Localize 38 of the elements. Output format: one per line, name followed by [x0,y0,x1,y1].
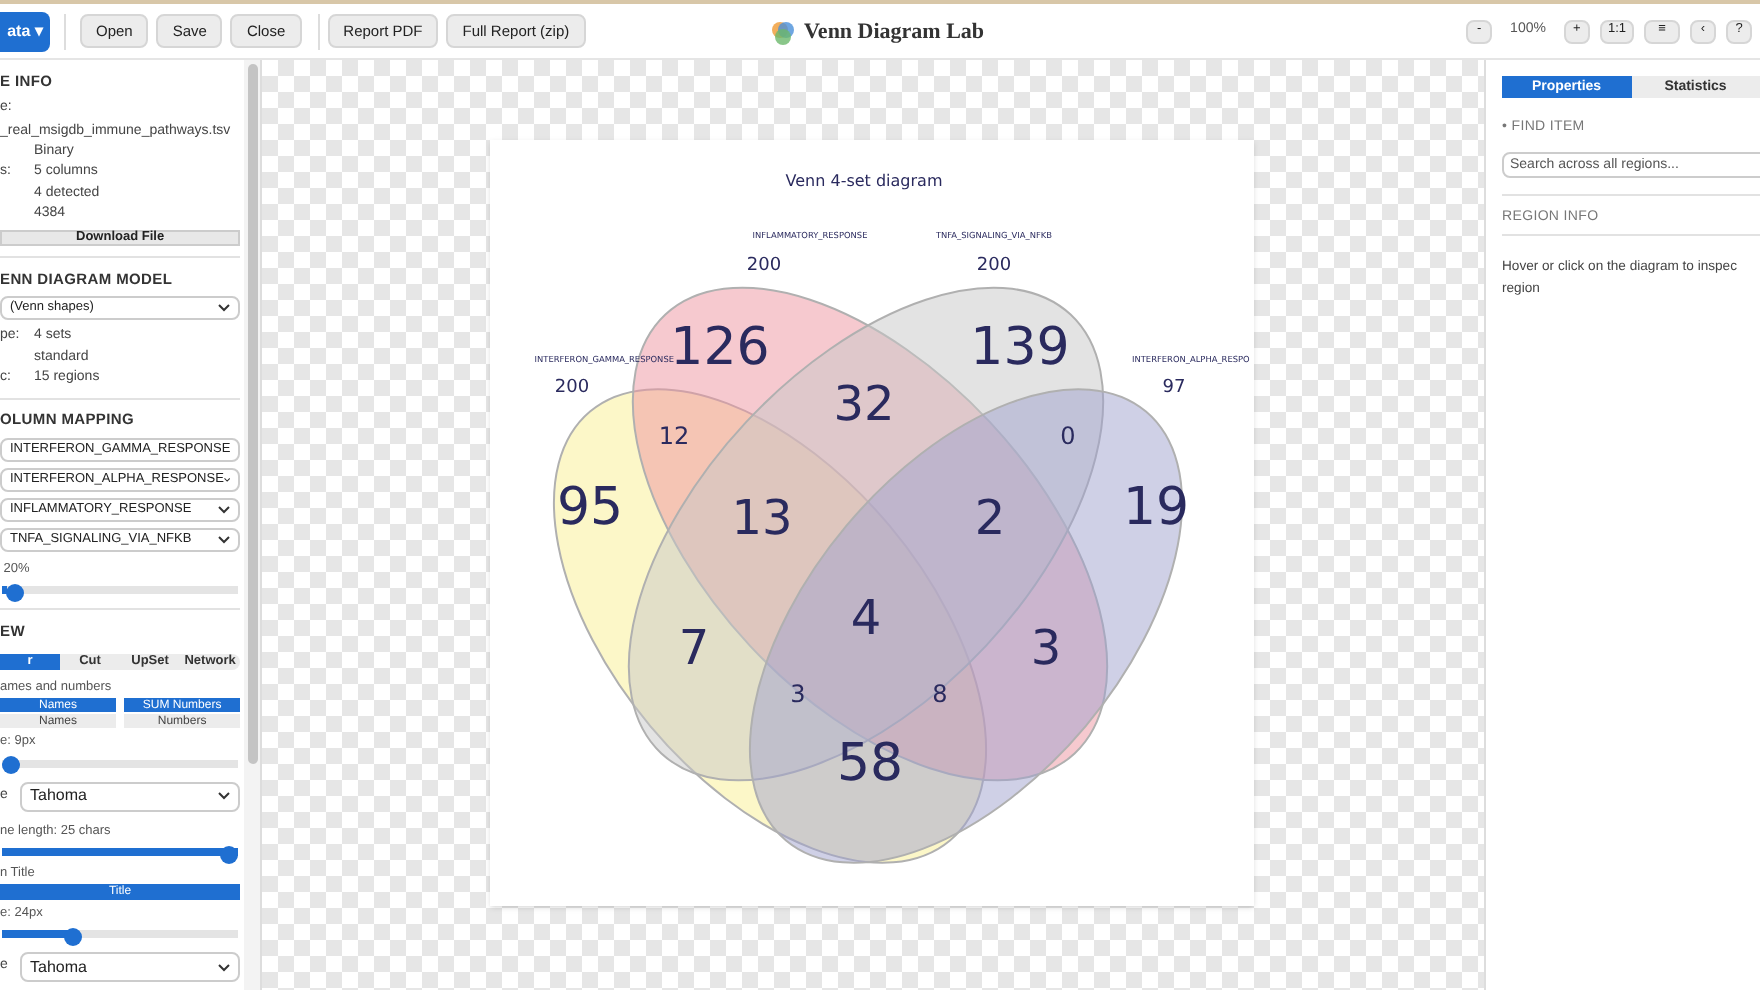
region-count: 0 [1060,422,1076,450]
slider-thumb[interactable] [63,927,82,946]
region-count: 32 [833,376,895,432]
region-count: 95 [556,478,624,538]
dropdown[interactable]: Tahoma [20,781,241,812]
chevron-icon [218,963,231,971]
slider[interactable] [2,583,239,597]
region-count: 8 [932,680,948,708]
chevron-icon [218,304,231,313]
region-count: 12 [658,422,690,450]
dropdown[interactable]: Tahoma [20,952,241,982]
slider-thumb[interactable] [2,756,20,775]
region-count: 58 [836,734,904,794]
region-count: 13 [731,490,793,546]
set-count: 200 [746,256,782,276]
region-count: 3 [1030,620,1062,676]
data-menu-button[interactable]: ata ▾ [0,11,50,51]
region-count: 2 [974,490,1006,546]
set-count: 200 [976,256,1012,276]
chevron-icon [218,505,231,514]
region-count: 4 [850,590,882,646]
chevron-icon [218,535,231,544]
slider-thumb[interactable] [6,583,25,602]
region-count: 19 [1122,478,1190,538]
region-count: 3 [790,680,806,708]
app-title: Venn Diagram Lab [804,18,985,48]
scrollbar-thumb[interactable] [247,64,258,764]
logo-icon [770,19,796,46]
slider[interactable] [2,845,239,859]
slider-thumb[interactable] [220,845,239,864]
region-count: 139 [970,318,1070,378]
slider[interactable] [2,756,239,770]
set-count: 200 [554,378,590,398]
set-count: 97 [1162,378,1186,398]
region-count: 7 [678,620,710,676]
diagram-title: Venn 4-set diagram [785,172,943,190]
chevron-icon [218,792,231,801]
slider[interactable] [2,927,239,940]
